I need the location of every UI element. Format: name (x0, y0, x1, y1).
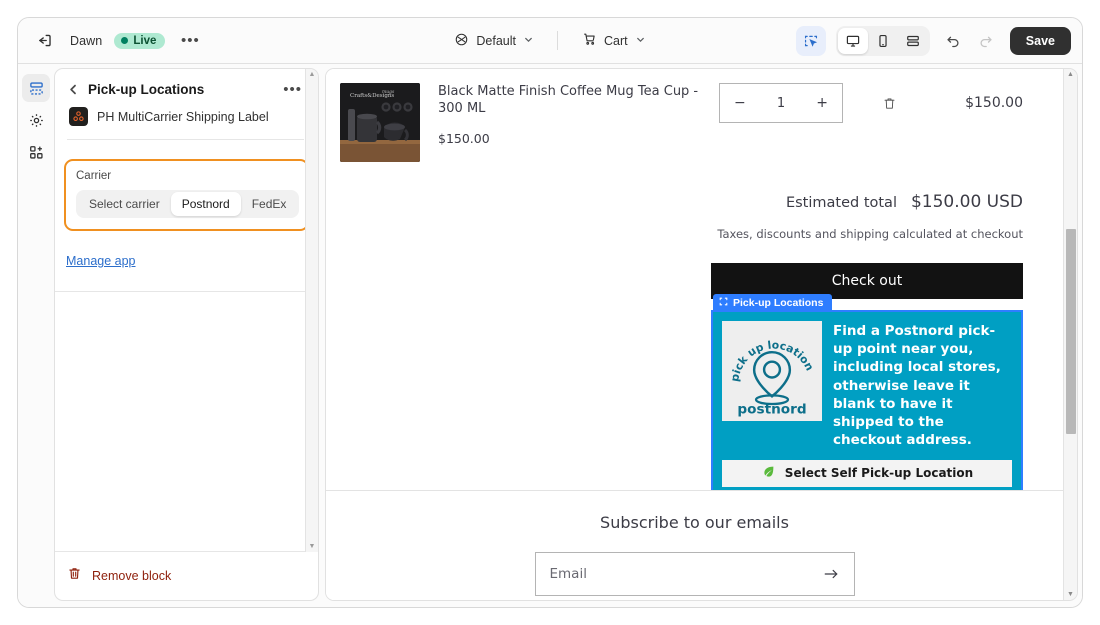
theme-name: Dawn (70, 33, 103, 48)
locale-label: Default (476, 33, 516, 48)
product-unit-price: $150.00 (438, 131, 490, 147)
arrow-right-icon[interactable] (822, 565, 840, 583)
panel-divider (67, 139, 304, 140)
quantity-increase-button[interactable]: + (816, 95, 828, 111)
postnord-logo-card: pick up location postnord (722, 321, 822, 421)
cart-icon (581, 31, 597, 50)
panel-more-button[interactable]: ••• (281, 82, 304, 97)
selected-block-label: Pick-up Locations (733, 297, 824, 309)
editor-body: Pick-up Locations ••• PH MultiCarrier Sh… (18, 64, 1082, 607)
chevron-left-icon[interactable] (67, 83, 80, 96)
theme-editor-window: Dawn Live ••• Default Cart Save Pick-up … (17, 17, 1083, 608)
page-selector[interactable]: Cart (572, 26, 655, 55)
estimated-total-value: $150.00 USD (910, 192, 1023, 212)
remove-block-button[interactable]: Remove block (55, 551, 318, 600)
quantity-decrease-button[interactable]: − (734, 95, 746, 111)
manage-app-row: Manage app (55, 231, 318, 270)
carrier-setting-card: Carrier Select carrier Postnord FedEx (64, 159, 309, 231)
left-icon-rail (18, 64, 54, 607)
scroll-down-icon[interactable]: ▼ (1067, 591, 1074, 598)
preview-canvas-wrapper: Crafts&Designs mugs Black Matte Finish C… (325, 68, 1078, 601)
app-name-label: PH MultiCarrier Shipping Label (97, 109, 269, 124)
scroll-up-icon[interactable]: ▲ (1067, 71, 1074, 78)
device-preview-group (835, 25, 930, 56)
topbar-right-group: Save (795, 25, 1082, 56)
exit-icon[interactable] (30, 27, 58, 55)
block-settings-panel: Pick-up Locations ••• PH MultiCarrier Sh… (54, 68, 319, 601)
preview-scrollbar[interactable]: ▲ ▼ (1063, 69, 1077, 600)
carrier-label: Carrier (76, 170, 112, 182)
panel-divider-lower (55, 291, 318, 292)
line-item-total: $150.00 (965, 95, 1023, 111)
panel-title-row: Pick-up Locations ••• (67, 82, 304, 97)
svg-text:postnord: postnord (737, 401, 806, 417)
product-title[interactable]: Black Matte Finish Coffee Mug Tea Cup - … (438, 83, 701, 117)
svg-text:mugs: mugs (382, 90, 395, 95)
quantity-value[interactable]: 1 (777, 96, 785, 111)
newsletter-title: Subscribe to our emails (600, 513, 789, 532)
page-label: Cart (603, 33, 628, 48)
remove-line-item-button[interactable] (861, 83, 917, 123)
cart-totals: Estimated total $150.00 USD Taxes, disco… (326, 162, 1063, 241)
scroll-down-icon[interactable]: ▼ (309, 543, 316, 550)
select-pickup-location-button[interactable]: Select Self Pick-up Location (722, 459, 1012, 487)
pickup-locations-block[interactable]: pick up location postnord Find a Postnor… (711, 310, 1023, 498)
status-badge: Live (114, 32, 166, 49)
sidebar-item-sections[interactable] (22, 74, 50, 102)
device-desktop-button[interactable] (837, 27, 868, 54)
save-button[interactable]: Save (1009, 26, 1071, 55)
theme-more-button[interactable]: ••• (177, 28, 203, 54)
carrier-segmented-control: Select carrier Postnord FedEx (76, 190, 300, 218)
product-thumbnail[interactable]: Crafts&Designs mugs (340, 83, 420, 162)
product-info: Black Matte Finish Coffee Mug Tea Cup - … (438, 83, 701, 146)
device-mobile-button[interactable] (868, 28, 898, 54)
status-badge-label: Live (133, 34, 157, 47)
globe-icon (454, 32, 469, 50)
locale-selector[interactable]: Default (445, 27, 543, 55)
toolbar-divider (556, 31, 558, 50)
carrier-option-select[interactable]: Select carrier (78, 192, 171, 216)
remove-block-label: Remove block (92, 569, 172, 583)
manage-app-link[interactable]: Manage app (66, 254, 136, 268)
sidebar-item-apps[interactable] (22, 138, 50, 166)
sidebar-item-settings[interactable] (22, 106, 50, 134)
undo-icon[interactable] (940, 27, 968, 55)
scrollbar-thumb[interactable] (1066, 229, 1076, 434)
redo-icon[interactable] (972, 27, 1000, 55)
estimated-total-label: Estimated total (785, 195, 897, 211)
newsletter-form[interactable]: Email (534, 552, 855, 596)
top-toolbar: Dawn Live ••• Default Cart Save (18, 18, 1082, 64)
estimated-total-row: Estimated total $150.00 USD (326, 192, 1023, 212)
sidebar-scrollbar[interactable]: ▲ ▼ (305, 69, 318, 552)
cart-line-item: Crafts&Designs mugs Black Matte Finish C… (326, 69, 1063, 162)
select-tool-icon[interactable] (795, 25, 826, 56)
chevron-down-icon (635, 34, 646, 48)
map-pin-icon: pick up location postnord (728, 338, 816, 417)
select-pickup-location-label: Select Self Pick-up Location (784, 466, 974, 481)
selected-block-badge: Pick-up Locations (713, 294, 833, 312)
block-handle-icon (719, 297, 728, 309)
panel-header: Pick-up Locations ••• PH MultiCarrier Sh… (55, 69, 318, 146)
chevron-down-icon (523, 34, 534, 48)
pickup-content-row: pick up location postnord Find a Postnor… (722, 321, 1012, 450)
app-logo-icon (69, 107, 88, 126)
pickup-description: Find a Postnord pick-up point near you, … (833, 323, 1001, 449)
newsletter-section: Subscribe to our emails Email (326, 490, 1063, 600)
trash-icon (67, 566, 82, 586)
quantity-stepper: − 1 + (719, 83, 843, 123)
leaf-icon (761, 464, 776, 483)
carrier-option-fedex[interactable]: FedEx (241, 192, 298, 216)
panel-title: Pick-up Locations (88, 82, 205, 97)
checkout-area: Check out Pick-up Locations pick up loca… (711, 263, 1023, 498)
storefront-preview: Crafts&Designs mugs Black Matte Finish C… (326, 69, 1063, 600)
tax-note: Taxes, discounts and shipping calculated… (717, 227, 1023, 241)
topbar-left-group: Dawn Live ••• (18, 27, 203, 55)
device-fullwidth-button[interactable] (898, 28, 928, 54)
carrier-option-postnord[interactable]: Postnord (170, 192, 241, 216)
scroll-up-icon[interactable]: ▲ (309, 71, 316, 78)
app-row: PH MultiCarrier Shipping Label (67, 107, 304, 126)
live-dot-icon (121, 37, 129, 44)
email-field[interactable]: Email (550, 566, 822, 582)
